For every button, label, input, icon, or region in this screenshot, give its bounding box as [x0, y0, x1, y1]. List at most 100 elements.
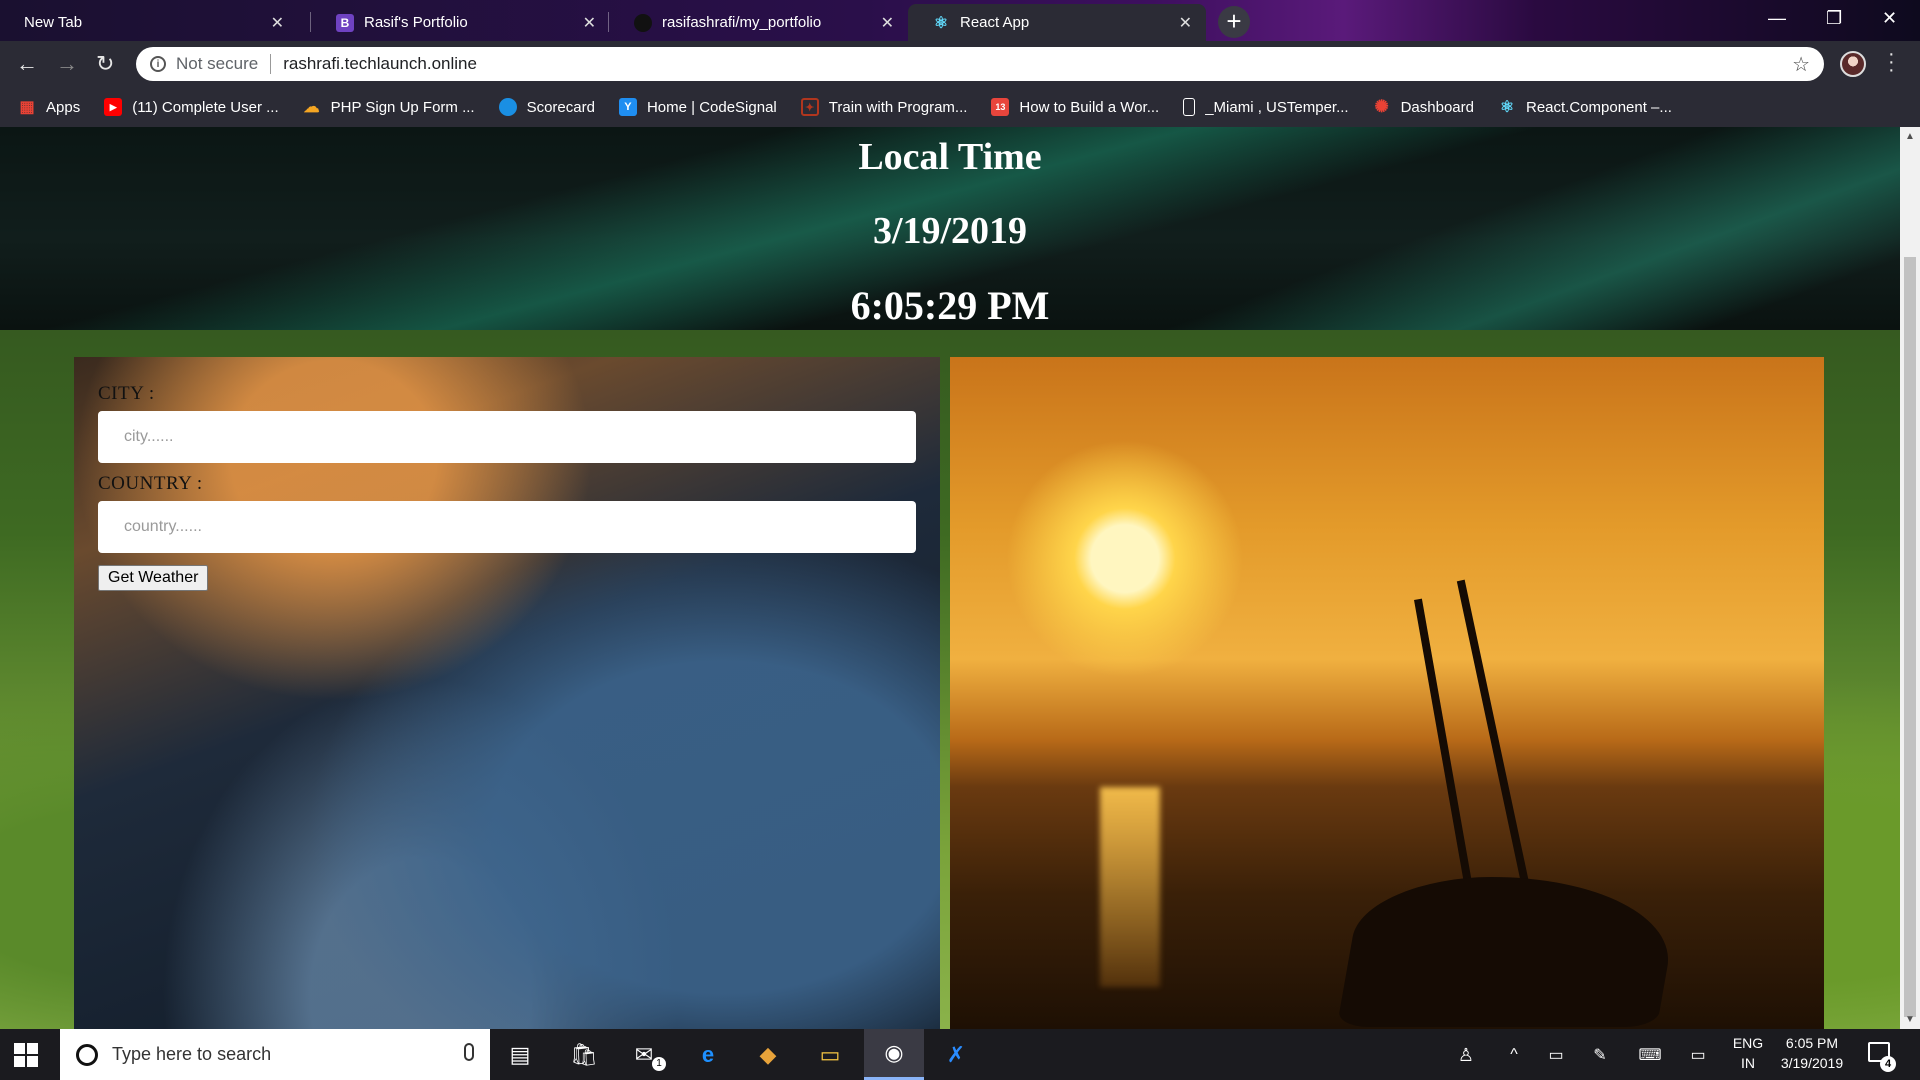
taskbar-search[interactable]: Type here to search — [60, 1029, 490, 1080]
weather-form-panel: CITY : COUNTRY : Get Weather — [74, 357, 940, 1029]
tab-github-repo[interactable]: rasifashrafi/my_portfolio ✕ — [610, 4, 908, 41]
address-bar[interactable]: i Not secure rashrafi.techlaunch.online … — [136, 47, 1824, 81]
windows-taskbar: Type here to search ▤ 🛍 ✉ 1 e ◆ ▭ ◉ ✗ ♙ … — [0, 1029, 1920, 1080]
bookmark-label: Dashboard — [1400, 98, 1474, 116]
chrome-icon[interactable]: ◉ — [864, 1029, 924, 1080]
url-text[interactable]: rashrafi.techlaunch.online — [283, 54, 477, 74]
file-explorer-icon[interactable]: ▭ — [814, 1039, 846, 1071]
back-arrow-icon[interactable]: ← — [16, 51, 38, 77]
get-weather-button[interactable]: Get Weather — [98, 565, 209, 591]
bookmark-label: How to Build a Wor... — [1019, 98, 1160, 116]
bootstrap-icon: B — [336, 13, 354, 32]
bookmark-youtube[interactable]: ▶ (11) Complete User ... — [104, 98, 279, 116]
weather-display-panel — [950, 357, 1824, 1029]
tab-title: Rasif's Portfolio — [364, 14, 468, 31]
tab-title: New Tab — [24, 14, 83, 31]
bookmark-label: _Miami , USTemper... — [1205, 98, 1349, 116]
close-window-icon[interactable]: ✕ — [1882, 8, 1897, 29]
security-label: Not secure — [176, 54, 259, 73]
cortana-icon — [76, 1043, 98, 1066]
tab-rasifs-portfolio[interactable]: B Rasif's Portfolio ✕ — [312, 4, 610, 41]
bookmark-codewars[interactable]: ✦ Train with Program... — [800, 98, 967, 116]
scrollbar-thumb[interactable] — [1904, 257, 1916, 1017]
region-code: IN — [1741, 1055, 1755, 1071]
local-time-title: Local Time — [858, 136, 1042, 178]
close-icon[interactable]: ✕ — [271, 13, 284, 33]
reload-icon[interactable]: ↻ — [96, 51, 114, 77]
tray-chevron-up-icon[interactable]: ^ — [1498, 1039, 1530, 1071]
tab-react-app[interactable]: ⚛ React App ✕ — [908, 4, 1206, 41]
keyboard-icon[interactable]: ⌨ — [1634, 1039, 1666, 1071]
tab-separator — [608, 12, 609, 32]
close-icon[interactable]: ✕ — [1179, 13, 1192, 33]
bookmark-miami[interactable]: _Miami , USTemper... — [1183, 98, 1349, 116]
store-icon[interactable]: 🛍 — [568, 1039, 600, 1071]
tab-title: rasifashrafi/my_portfolio — [662, 14, 822, 31]
browser-menu-icon[interactable]: · · · — [1888, 44, 1895, 80]
cloud-icon: ☁ — [303, 99, 320, 116]
omnibox-divider — [270, 54, 272, 74]
new-tab-button[interactable]: + — [1218, 6, 1250, 38]
page-icon — [1183, 98, 1196, 116]
pen-icon[interactable]: ✎ — [1584, 1039, 1616, 1071]
network-icon[interactable]: ▭ — [1682, 1039, 1714, 1071]
react-icon: ⚛ — [1499, 99, 1515, 116]
git-icon[interactable]: ◆ — [752, 1039, 784, 1071]
tab-title: React App — [960, 14, 1030, 31]
language-code: ENG — [1732, 1035, 1764, 1051]
scroll-up-icon[interactable]: ▲ — [1905, 131, 1915, 142]
bookmarks-bar: ▦ Apps ▶ (11) Complete User ... ☁ PHP Si… — [0, 87, 1920, 127]
close-icon[interactable]: ✕ — [881, 13, 894, 33]
notification-badge: 4 — [1880, 1056, 1896, 1072]
bookmark-label: React.Component –... — [1525, 98, 1672, 116]
bookmark-scorecard[interactable]: Scorecard — [498, 98, 595, 116]
minimize-icon[interactable]: — — [1768, 8, 1786, 29]
language-indicator[interactable]: ENG IN — [1728, 1035, 1768, 1071]
microphone-icon[interactable] — [464, 1043, 474, 1061]
bookmark-star-icon[interactable]: ☆ — [1792, 52, 1810, 77]
edge-icon[interactable]: e — [692, 1039, 724, 1071]
codesignal-icon: Y — [618, 98, 637, 116]
vscode-icon[interactable]: ✗ — [940, 1039, 972, 1071]
browser-toolbar: ← → ↻ i Not secure rashrafi.techlaunch.o… — [0, 41, 1920, 87]
bookmark-label: Scorecard — [526, 98, 595, 116]
windows-start-icon[interactable] — [14, 1043, 38, 1067]
country-label: COUNTRY : — [98, 473, 203, 494]
bookmark-codesignal[interactable]: Y Home | CodeSignal — [618, 98, 777, 116]
tab-separator — [310, 12, 311, 32]
page-viewport: Local Time 3/19/2019 6:05:29 PM CITY : C… — [0, 127, 1900, 1029]
task-view-icon[interactable]: ▤ — [504, 1039, 536, 1071]
scroll-down-icon[interactable]: ▼ — [1905, 1014, 1915, 1025]
boat-silhouette — [1336, 877, 1684, 1027]
forward-arrow-icon[interactable]: → — [56, 51, 78, 77]
local-date: 3/19/2019 — [872, 210, 1028, 252]
github-icon — [634, 13, 652, 32]
bookmark-php-form[interactable]: ☁ PHP Sign Up Form ... — [303, 98, 475, 117]
info-icon[interactable]: i — [150, 56, 166, 72]
react-icon: ⚛ — [933, 14, 949, 32]
apps-grid-icon: ▦ — [19, 99, 35, 116]
restore-icon[interactable]: ❐ — [1826, 8, 1842, 29]
people-icon[interactable]: ♙ — [1450, 1039, 1482, 1071]
bookmark-dashboard[interactable]: ✺ Dashboard — [1373, 97, 1474, 116]
country-input[interactable] — [98, 501, 916, 553]
tab-new-tab[interactable]: New Tab ✕ — [0, 4, 298, 41]
system-clock[interactable]: 6:05 PM 3/19/2019 — [1772, 1035, 1852, 1071]
bookmark-build-word[interactable]: 13 How to Build a Wor... — [991, 98, 1159, 116]
circle-icon — [498, 98, 517, 116]
bookmark-react-component[interactable]: ⚛ React.Component –... — [1498, 98, 1672, 117]
close-icon[interactable]: ✕ — [583, 13, 596, 33]
bookmark-label: PHP Sign Up Form ... — [330, 98, 475, 116]
youtube-icon: ▶ — [104, 98, 123, 116]
city-input[interactable] — [98, 411, 916, 463]
codewars-icon: ✦ — [800, 98, 819, 116]
local-time: 6:05:29 PM — [850, 283, 1050, 328]
clock-time: 6:05 PM — [1785, 1035, 1839, 1051]
bookmark-apps[interactable]: ▦ Apps — [18, 98, 80, 117]
clock-date: 3/19/2019 — [1780, 1055, 1844, 1071]
gear-red-icon: ✺ — [1374, 97, 1389, 116]
page-scrollbar[interactable]: ▲ ▼ — [1900, 127, 1920, 1029]
battery-icon[interactable]: ▭ — [1540, 1039, 1572, 1071]
profile-avatar[interactable] — [1840, 51, 1866, 77]
bookmark-label: Home | CodeSignal — [646, 98, 777, 116]
